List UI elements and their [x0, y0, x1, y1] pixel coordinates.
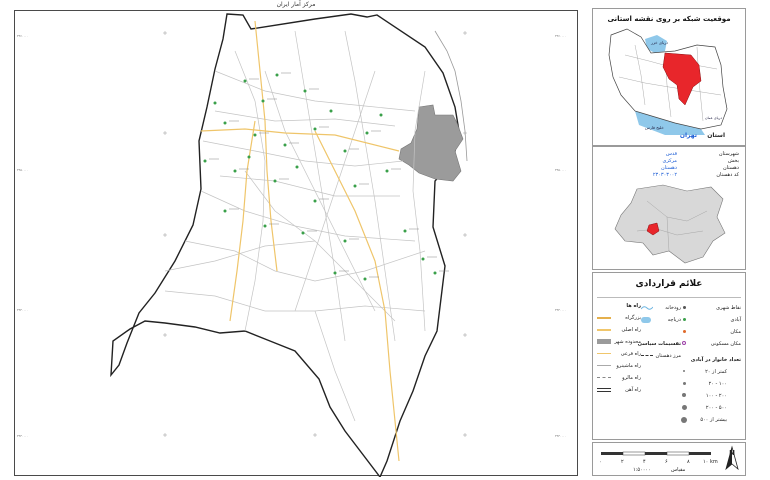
scale-label: مقیاس: [671, 467, 686, 473]
map-sheet: مرکز آمار ایران ۳۹۶۰۰۰۰ ۳۹۵۰۰۰۰ ۳۹۴۰۰۰۰ …: [0, 0, 770, 480]
scale-unit: ۲: [621, 459, 624, 465]
track-icon: [597, 365, 611, 366]
oman-label: دریای عمان: [705, 116, 722, 120]
pop-dot-icon: [683, 382, 686, 385]
admin-row: کد دهستان ۲۳۰۳۰۳۰۰۲: [629, 172, 739, 179]
pop-dot-icon: [682, 405, 687, 410]
admin-label: دهستان: [722, 165, 739, 171]
gulf-label: خلیج فارس: [645, 125, 664, 130]
scale-unit: ۱۰ km: [703, 459, 718, 465]
main-road-icon: [597, 329, 611, 331]
admin-row: شهرستان قدس: [629, 151, 739, 158]
admin-info-table: شهرستان قدس بخش مرکزی دهستان دهستان کد د…: [629, 151, 739, 179]
scale-value: ۱:۵۰۰۰۰: [633, 467, 651, 473]
grid-label: ۳۹۶۰۰۰۰: [17, 34, 28, 38]
grid-label: ۳۹۵۰۰۰۰: [17, 168, 28, 172]
admin-row: بخش مرکزی: [629, 158, 740, 165]
scale-panel: ۰ ۲ ۴ ۶ ۸ ۱۰ km ۱:۵۰۰۰۰ مقیاس N: [592, 442, 746, 476]
admin-label: بخش: [728, 158, 739, 164]
county-outline: [614, 184, 726, 264]
grid-label: ۳۹۴۰۰۰۰: [17, 308, 28, 312]
road-item: محدوده شهر: [614, 339, 641, 345]
grid-label: ۳۹۳۰۰۰۰: [17, 434, 28, 438]
admin-info-panel: شهرستان قدس بخش مرکزی دهستان دهستان کد د…: [592, 146, 746, 270]
admin-label: شهرستان: [718, 151, 739, 157]
location-title: موقعیت شبکه بر روی نقشه استانی: [607, 15, 731, 23]
admin-value: مرکزی: [662, 158, 678, 164]
boundary-line-icon: [641, 355, 653, 356]
legend-middle-column: رودخانه دریاچه تقسیمات سیاسی مرز دهستان: [637, 303, 681, 383]
legend-item: رودخانه: [665, 305, 681, 311]
river-icon: [641, 306, 653, 310]
pop-dot-icon: [682, 393, 686, 397]
admin-value: قدس: [665, 151, 677, 157]
place-point-icon: [683, 330, 686, 333]
county-locator-map: [614, 184, 726, 264]
road-item: راه فرعی: [620, 351, 641, 357]
secondary-road-icon: [597, 353, 611, 354]
admin-label: کد دهستان: [716, 172, 739, 178]
lake-icon: [641, 317, 651, 323]
pop-dot-icon: [681, 417, 687, 423]
admin-value: دهستان: [660, 165, 677, 171]
scale-unit: ۰: [599, 459, 602, 465]
legend-right-column: نقاط شهری آبادی مکان مکان مسکونی تعداد خ…: [675, 303, 741, 435]
path-icon: [597, 377, 611, 378]
legend-panel: علائم قراردادی نقاط شهری آبادی مکان مکان…: [592, 272, 746, 440]
admin-value: ۲۳۰۳۰۳۰۰۲: [652, 172, 677, 178]
scale-unit: ۸: [687, 459, 690, 465]
urban-point-icon: [683, 306, 686, 309]
scale-units: ۰ ۲ ۴ ۶ ۸ ۱۰ km: [599, 459, 719, 465]
road-item: راه ماشینرو: [616, 363, 641, 369]
grid-label: ۳۹۶۰۰۰۰: [555, 34, 566, 38]
road-item: راه مالرو: [622, 375, 641, 381]
scale-unit: ۴: [643, 459, 646, 465]
residential-place-icon: [682, 341, 686, 345]
district-boundary: [110, 13, 460, 477]
legend-roads-column: راه ها بزرگراه راه اصلی محدوده شهر راه ف…: [597, 303, 641, 435]
north-label: N: [729, 449, 735, 457]
village-point-icon: [683, 318, 686, 321]
road-item: راه اصلی: [621, 327, 641, 333]
pop-class: بیشتر از ۵۰۰: [700, 417, 727, 423]
pop-class: کمتر از ۲۰: [705, 369, 727, 375]
caspian-label: دریای خزر: [650, 40, 668, 45]
road-item: بزرگراه: [625, 315, 641, 321]
divisions-title: تقسیمات سیاسی: [637, 341, 681, 347]
grid-label: ۳۹۵۰۰۰۰: [555, 168, 566, 172]
legend-title: علائم قراردادی: [635, 279, 703, 289]
roads-title: راه ها: [626, 303, 641, 309]
legend-item: مکان مسکونی: [710, 341, 741, 347]
legend-item: دریاچه: [667, 317, 681, 323]
scale-bar: [601, 451, 711, 456]
highway-icon: [597, 317, 611, 319]
legend-item: مکان: [730, 329, 741, 335]
location-panel: موقعیت شبکه بر روی نقشه استانی دریای خزر…: [592, 8, 746, 146]
legend-item: نقاط شهری: [716, 305, 741, 311]
grid-label: ۳۹۴۰۰۰۰: [555, 308, 566, 312]
pop-class: ۲۰ - ۱۰۰: [708, 381, 727, 387]
legend-divider: [597, 297, 741, 298]
pop-class: ۲۰۰ - ۵۰۰: [705, 405, 727, 411]
scale-unit: ۶: [665, 459, 668, 465]
grid-label: ۳۹۳۰۰۰۰: [555, 434, 566, 438]
province-name: تهران: [679, 132, 697, 139]
pop-title: تعداد خانوار در آبادی: [690, 357, 741, 363]
pop-dot-icon: [683, 370, 685, 372]
pop-class: ۱۰۰ - ۲۰۰: [705, 393, 727, 399]
source-caption: مرکز آمار ایران: [276, 1, 316, 8]
legend-item: آبادی: [730, 317, 741, 323]
main-map: ۳۹۶۰۰۰۰ ۳۹۵۰۰۰۰ ۳۹۴۰۰۰۰ ۳۹۳۰۰۰۰ ۳۹۶۰۰۰۰ …: [17, 13, 566, 477]
road-item: راه آهن: [625, 387, 641, 393]
iran-locator-map: دریای خزر خلیج فارس دریای عمان: [608, 28, 728, 135]
province-label: استان: [707, 132, 725, 139]
main-map-frame: ۳۹۶۰۰۰۰ ۳۹۵۰۰۰۰ ۳۹۴۰۰۰۰ ۳۹۳۰۰۰۰ ۳۹۶۰۰۰۰ …: [14, 10, 578, 477]
railway-icon: [597, 388, 611, 392]
legend-item: مرز دهستان: [655, 353, 681, 359]
admin-row: دهستان دهستان: [629, 165, 739, 172]
city-boundary-icon: [597, 339, 611, 344]
